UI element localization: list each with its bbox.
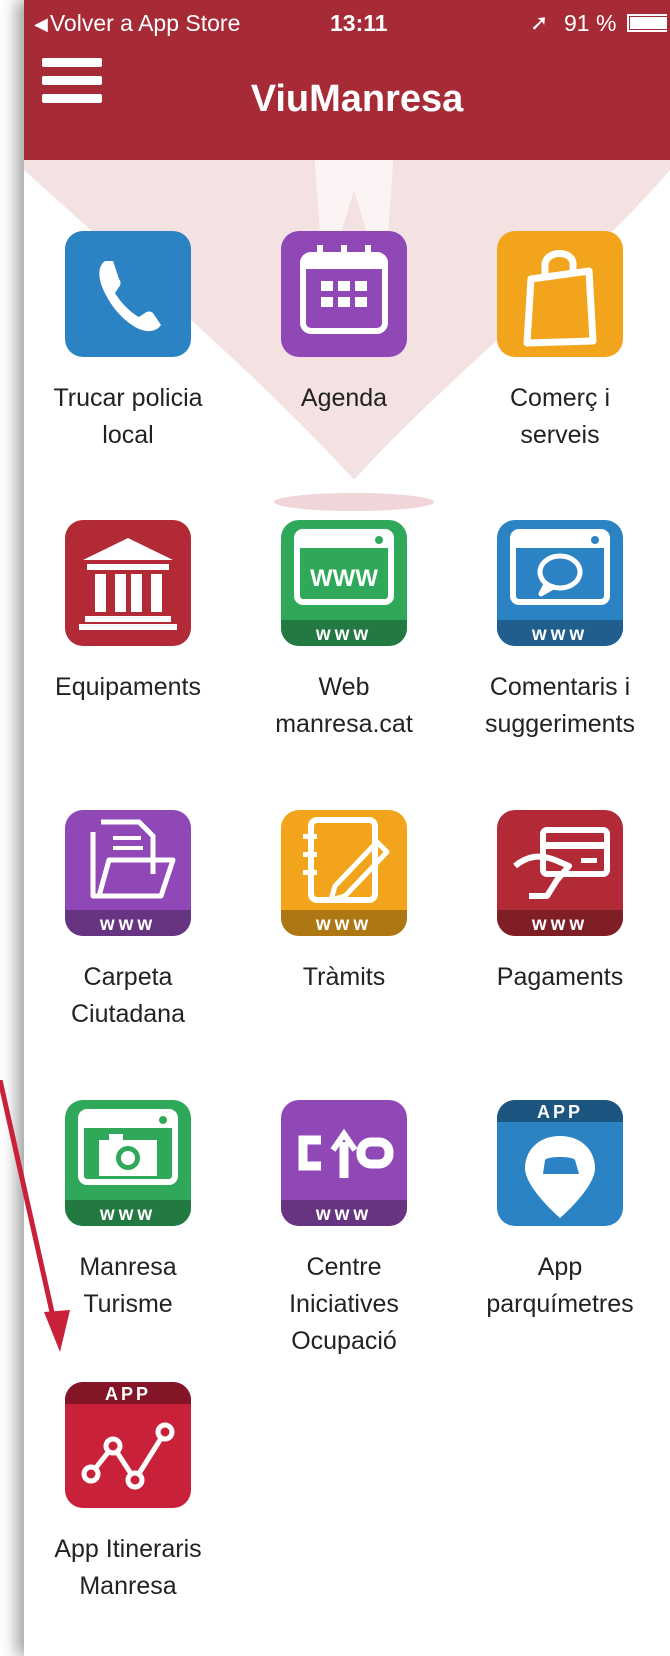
calendar-icon-tile[interactable] [281,231,407,357]
phone-icon [99,261,161,332]
car-pin-icon: APP [497,1100,623,1218]
app-tile-agenda[interactable]: Agenda [244,231,444,417]
app-tile-label: Web manresa.cat [275,673,413,738]
back-to-app-store-link[interactable]: ◀Volver a App Store [34,0,240,47]
back-label: Volver a App Store [49,10,241,36]
back-arrow-icon: ◀ [34,14,48,34]
svg-text:www: www [315,1204,372,1225]
app-tile-web-manresa-cat[interactable]: WWW www Web manresa.cat [244,520,444,743]
phone-icon-tile[interactable] [65,231,191,357]
comment-icon-tile[interactable]: www [497,520,623,646]
app-tile-carpeta-ciutadana[interactable]: www Carpeta Ciutadana [28,810,228,1033]
app-tile-label: Tràmits [302,963,386,991]
comment-icon: www [497,529,623,646]
app-tile-label: Centre Iniciatives Ocupació [289,1253,399,1355]
credit-card-icon: www [497,827,623,936]
car-pin-icon-tile[interactable]: APP [497,1100,623,1226]
annotation-arrow [0,1080,70,1352]
app-tile-app-itineraris-manresa[interactable]: APP App Itineraris Manresa [28,1382,228,1605]
route-icon-tile[interactable]: APP [65,1382,191,1508]
svg-text:www: www [531,914,588,935]
app-tile-comentaris-i-suggeriments[interactable]: www Comentaris i suggeriments [460,520,660,743]
phone-screen: ◀Volver a App Store 13:11 ➚ 91 % ViuManr… [24,0,670,1656]
app-tile-label: Equipaments [55,673,201,701]
app-tile-tramits[interactable]: www Tràmits [244,810,444,996]
web-browser-icon: WWW www [281,529,407,646]
app-tile-label: Agenda [300,384,388,412]
battery-percent: 91 % [564,10,617,36]
svg-text:www: www [531,624,588,645]
app-header: ◀Volver a App Store 13:11 ➚ 91 % ViuManr… [24,0,670,160]
cio-logo-icon-tile[interactable]: www [281,1100,407,1226]
credit-card-icon-tile[interactable]: www [497,810,623,936]
battery-icon [627,14,667,32]
notebook-pen-icon: www [281,817,407,936]
app-tile-pagaments[interactable]: www Pagaments [460,810,660,996]
svg-text:www: www [315,624,372,645]
app-tile-label: Pagaments [496,963,624,991]
route-icon: APP [65,1382,191,1490]
app-tile-equipaments[interactable]: Equipaments [28,520,228,706]
status-bar: ◀Volver a App Store 13:11 ➚ 91 % [24,0,670,46]
app-tile-label: Carpeta Ciutadana [71,963,185,1028]
app-tile-label: Trucar policia local [53,384,203,449]
page-title: ViuManresa [250,78,464,120]
building-icon [79,538,177,630]
cio-logo-icon: www [281,1128,407,1226]
location-arrow-icon: ➚ [530,10,549,35]
shopping-bag-icon [523,250,597,347]
building-icon-tile[interactable] [65,520,191,646]
shopping-bag-icon-tile[interactable] [497,231,623,357]
folder-icon: www [65,819,191,936]
app-tile-label: Comentaris i suggeriments [484,673,636,738]
svg-text:WWW: WWW [310,565,378,592]
svg-text:www: www [315,914,372,935]
app-tile-app-parquimetres[interactable]: APP App parquímetres [460,1100,660,1323]
folder-icon-tile[interactable]: www [65,810,191,936]
notebook-pen-icon-tile[interactable]: www [281,810,407,936]
app-tile-label: App parquímetres [486,1253,634,1318]
app-tile-label: Comerç i serveis [509,384,610,449]
app-tile-label: App Itineraris Manresa [54,1535,202,1600]
svg-text:www: www [99,914,156,935]
app-tile-comerc-i-serveis[interactable]: Comerç i serveis [460,231,660,454]
calendar-icon [300,245,388,334]
app-tile-trucar-policia-local[interactable]: Trucar policia local [28,231,228,454]
status-time: 13:11 [330,10,388,36]
app-tile-centre-iniciatives-ocupacio[interactable]: www Centre Iniciatives Ocupació [244,1100,444,1360]
svg-text:APP: APP [537,1102,583,1122]
web-browser-icon-tile[interactable]: WWW www [281,520,407,646]
svg-text:APP: APP [105,1384,151,1404]
